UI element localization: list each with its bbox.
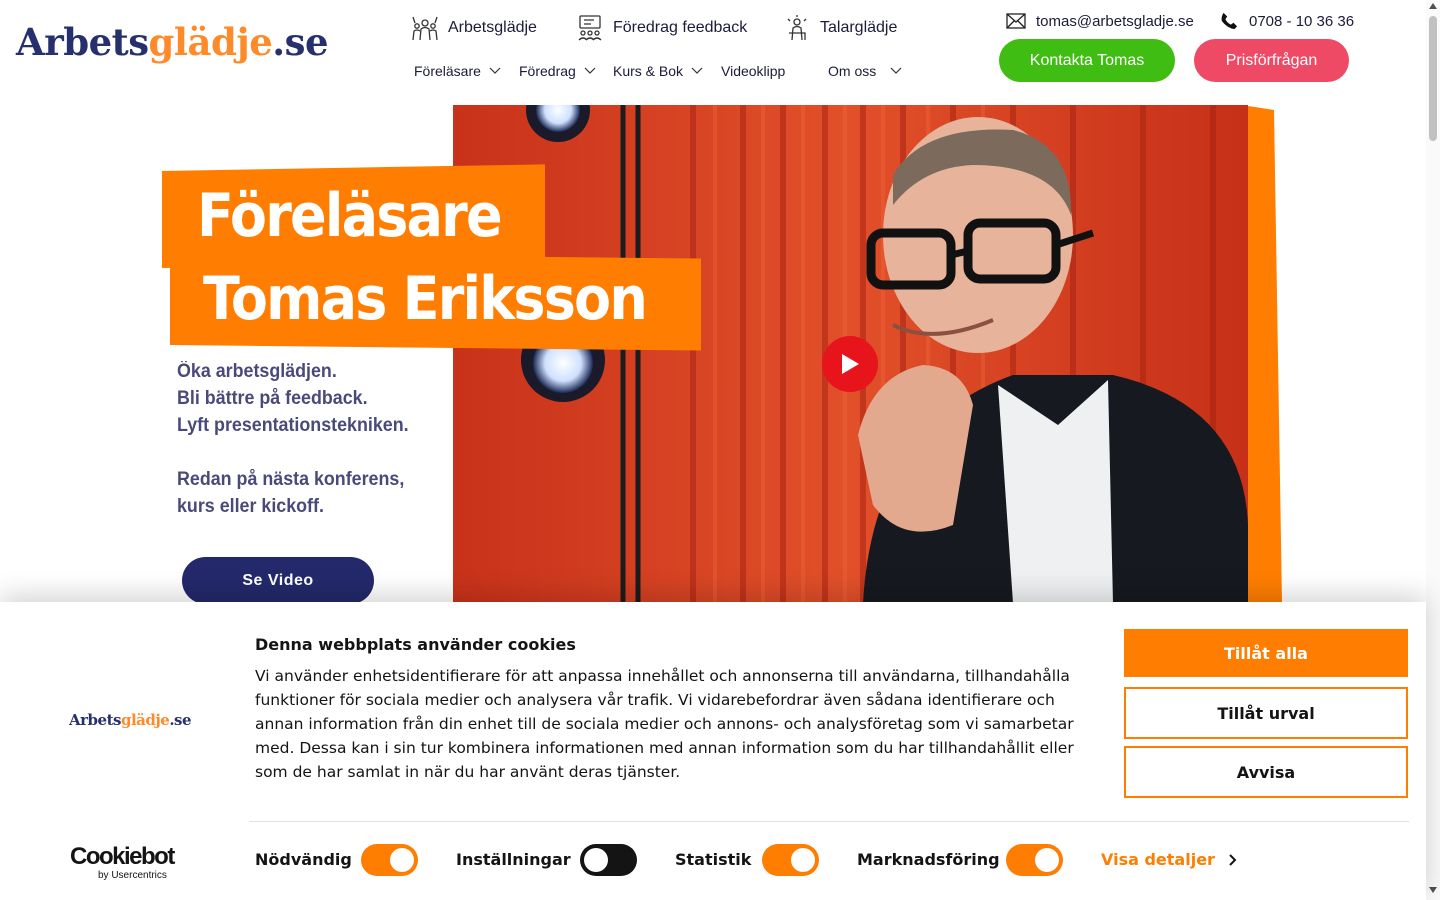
hero-accent-strip	[1248, 106, 1282, 604]
deny-cookies-button[interactable]: Avvisa	[1124, 746, 1408, 798]
site-logo[interactable]: Arbetsglädje.se	[16, 18, 329, 66]
subnav-forelasare-label: Föreläsare	[414, 63, 481, 79]
nav-arbetsgladje-label: Arbetsglädje	[448, 19, 537, 36]
chevron-down-icon	[584, 67, 596, 74]
scroll-down-arrow-icon[interactable]	[1428, 886, 1438, 894]
cookie-banner-logo: Arbetsglädje.se	[69, 711, 192, 729]
chevron-down-icon	[691, 67, 703, 74]
subnav-kurs-bok[interactable]: Kurs & Bok	[613, 61, 703, 81]
envelope-icon	[1006, 13, 1026, 29]
cookiebot-sub: by Usercentrics	[98, 870, 167, 881]
cookie-consent-banner: Arbetsglädje.se Denna webbplats använder…	[0, 602, 1426, 900]
phone-text: 0708 - 10 36 36	[1249, 12, 1355, 30]
chevron-down-icon	[890, 67, 902, 74]
toggle-label-statistics: Statistik	[675, 850, 752, 869]
chevron-right-icon	[1229, 853, 1237, 866]
watch-video-button[interactable]: Se Video	[182, 557, 374, 604]
allow-selection-button[interactable]: Tillåt urval	[1124, 687, 1408, 739]
nav-talargladje[interactable]: Talarglädje	[784, 14, 897, 42]
subnav-foredrag-label: Föredrag	[519, 63, 576, 79]
cookiebot-logo[interactable]: Cookiebot by Usercentrics	[70, 843, 175, 882]
toggle-knob	[791, 848, 815, 872]
cookie-logo-part3: .se	[169, 711, 192, 729]
toggle-knob	[1035, 848, 1059, 872]
team-icon	[412, 16, 438, 41]
subnav-foredrag[interactable]: Föredrag	[519, 61, 596, 81]
email-text: tomas@arbetsgladje.se	[1036, 12, 1194, 30]
show-details-link[interactable]: Visa detaljer	[1101, 850, 1237, 869]
cookie-banner-title: Denna webbplats använder cookies	[255, 635, 576, 654]
toggle-marketing[interactable]	[1006, 844, 1063, 876]
toggle-label-necessary: Nödvändig	[255, 850, 352, 869]
cookie-banner-text: Vi använder enhetsidentifierare för att …	[255, 667, 1074, 781]
nav-arbetsgladje[interactable]: Arbetsglädje	[412, 14, 537, 42]
nav-foredrag-feedback-label: Föredrag feedback	[613, 19, 748, 36]
hero-title-line2: Tomas Eriksson	[203, 264, 648, 334]
presentation-icon	[578, 15, 602, 41]
play-video-button[interactable]	[822, 336, 878, 392]
contact-tomas-button[interactable]: Kontakta Tomas	[999, 39, 1175, 82]
cookie-logo-part1: Arbets	[69, 711, 121, 729]
subnav-om-oss[interactable]: Om oss	[828, 61, 902, 81]
logo-text-part1: Arbets	[16, 20, 149, 64]
hero-tagline-4: Redan på nästa konferens,	[177, 469, 405, 490]
toggle-label-marketing: Marknadsföring	[857, 850, 1000, 869]
show-details-label: Visa detaljer	[1101, 850, 1215, 869]
hero-title-line1: Föreläsare	[197, 181, 503, 251]
toggle-statistics[interactable]	[762, 844, 819, 876]
play-icon	[842, 354, 859, 374]
speaker-icon	[787, 15, 807, 41]
allow-all-cookies-button[interactable]: Tillåt alla	[1124, 629, 1408, 677]
subnav-om-oss-label: Om oss	[828, 63, 877, 79]
logo-text-part3: .se	[272, 20, 329, 64]
cookiebot-brand: Cookiebot	[70, 843, 175, 870]
hero-tagline-3: Lyft presentationstekniken.	[177, 415, 409, 436]
cookie-logo-part2: glädje	[120, 711, 170, 729]
scroll-up-arrow-icon[interactable]	[1428, 2, 1438, 10]
toggle-knob	[584, 848, 608, 872]
toggle-label-preferences: Inställningar	[456, 850, 571, 869]
toggle-preferences[interactable]	[580, 844, 637, 876]
subnav-kurs-bok-label: Kurs & Bok	[613, 63, 684, 79]
price-request-button[interactable]: Prisförfrågan	[1194, 39, 1349, 82]
hero-tagline-5: kurs eller kickoff.	[177, 496, 324, 517]
nav-talargladje-label: Talarglädje	[820, 19, 898, 36]
hero-tagline-1: Öka arbetsglädjen.	[177, 361, 337, 382]
subnav-videoklipp-label: Videoklipp	[721, 63, 786, 79]
scrollbar-thumb[interactable]	[1429, 16, 1437, 141]
logo-text-part2: glädje	[148, 20, 273, 64]
cookie-banner-divider	[249, 821, 1409, 822]
email-link[interactable]: tomas@arbetsgladje.se	[1006, 10, 1194, 32]
hero-tagline-2: Bli bättre på feedback.	[177, 388, 368, 409]
chevron-down-icon	[489, 67, 501, 74]
toggle-necessary[interactable]	[361, 844, 418, 876]
phone-link[interactable]: 0708 - 10 36 36	[1219, 10, 1354, 32]
toggle-knob	[390, 848, 414, 872]
phone-icon	[1221, 12, 1238, 30]
subnav-videoklipp[interactable]: Videoklipp	[721, 61, 785, 81]
subnav-forelasare[interactable]: Föreläsare	[414, 61, 501, 81]
nav-foredrag-feedback[interactable]: Föredrag feedback	[577, 14, 747, 42]
